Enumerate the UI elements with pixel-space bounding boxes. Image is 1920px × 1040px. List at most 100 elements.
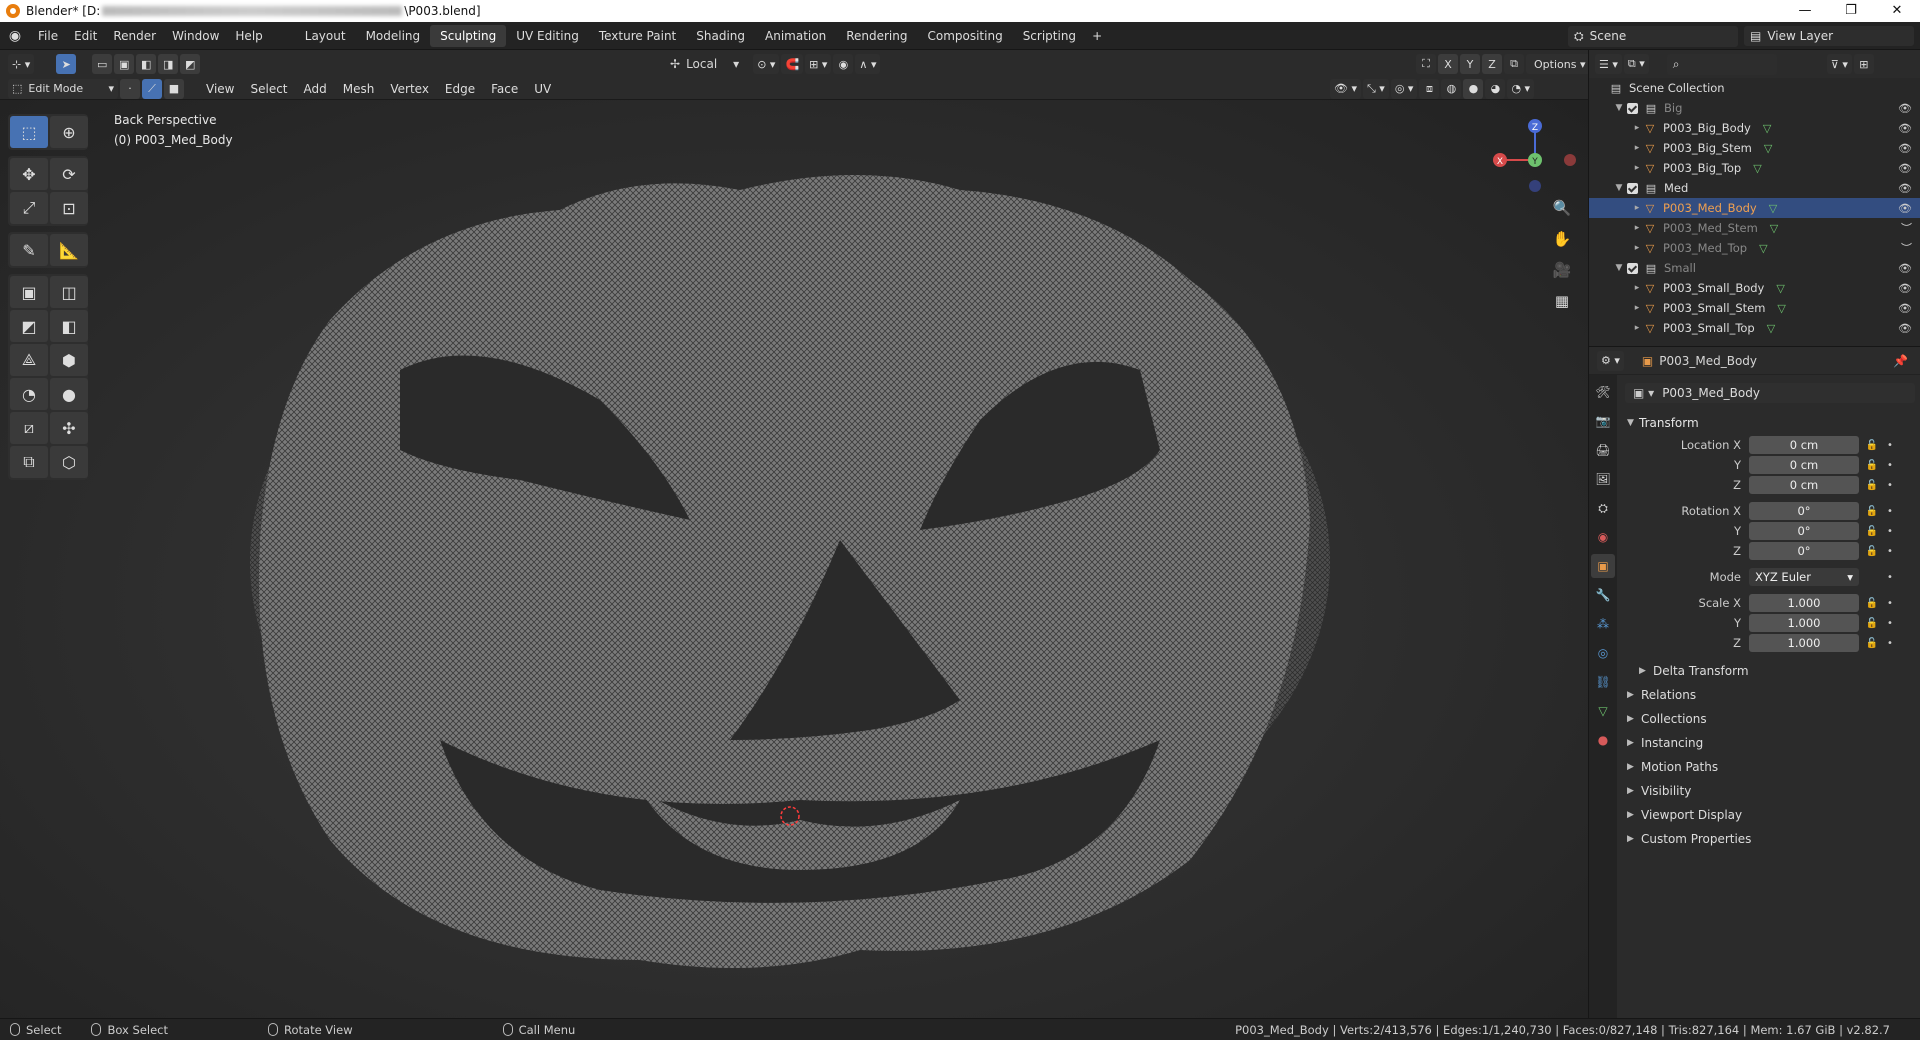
outliner-collection-med[interactable]: ▼ ▤ Med 👁 — [1589, 178, 1920, 198]
rotation-y-field[interactable]: 0° — [1749, 522, 1859, 540]
mesh-data-icon[interactable]: ▽ — [1764, 142, 1772, 155]
rotation-x-field[interactable]: 0° — [1749, 502, 1859, 520]
outliner-object-p003_small_body[interactable]: ▸ ▽ P003_Small_Body ▽ 👁 — [1589, 278, 1920, 298]
outliner-object-p003_med_stem[interactable]: ▸ ▽ P003_Med_Stem ▽ ︶ — [1589, 218, 1920, 238]
keyframe-dot-icon[interactable]: • — [1887, 460, 1893, 471]
outliner-object-p003_small_top[interactable]: ▸ ▽ P003_Small_Top ▽ 👁 — [1589, 318, 1920, 338]
world-tab-icon[interactable]: ◉ — [1591, 525, 1615, 549]
outliner-editor-type-button[interactable]: ☰ ▾ — [1595, 54, 1622, 74]
collection-checkbox[interactable] — [1627, 182, 1638, 194]
keyframe-dot-icon[interactable]: • — [1887, 546, 1893, 557]
xray-toggle-button[interactable]: ⧈ — [1419, 78, 1440, 99]
modifier-tab-icon[interactable]: 🔧 — [1591, 583, 1615, 607]
material-tab-icon[interactable]: ● — [1591, 728, 1615, 752]
shading-rendered-button[interactable]: ◔ ▾ — [1507, 78, 1535, 99]
workspace-tab-layout[interactable]: Layout — [295, 25, 356, 47]
menu-render[interactable]: Render — [105, 29, 164, 43]
falloff-button[interactable]: ∧ ▾ — [855, 54, 881, 74]
expand-down-icon[interactable]: ▼ — [1613, 103, 1625, 113]
vertex-select-button[interactable]: · — [120, 78, 140, 99]
menu-window[interactable]: Window — [164, 29, 227, 43]
display-mode-button[interactable]: ⧉ ▾ — [1623, 54, 1649, 74]
select-mode-extend-button[interactable]: ▣ — [114, 54, 135, 74]
location-y-field[interactable]: 0 cm — [1749, 456, 1859, 474]
outliner-object-p003_big_stem[interactable]: ▸ ▽ P003_Big_Stem ▽ 👁 — [1589, 138, 1920, 158]
panel-custom-properties[interactable]: ▶ Custom Properties — [1619, 827, 1920, 851]
outliner-object-p003_big_body[interactable]: ▸ ▽ P003_Big_Body ▽ 👁 — [1589, 118, 1920, 138]
viewport-menu-face[interactable]: Face — [483, 82, 526, 96]
blender-menu-icon[interactable]: ◉ — [0, 28, 30, 44]
rotation-z-field[interactable]: 0° — [1749, 542, 1859, 560]
eye-icon[interactable]: 👁 — [1898, 262, 1912, 275]
outliner-object-p003_big_top[interactable]: ▸ ▽ P003_Big_Top ▽ 👁 — [1589, 158, 1920, 178]
annotate-tool[interactable]: ✎ — [10, 234, 48, 266]
mesh-data-icon[interactable]: ▽ — [1770, 222, 1778, 235]
spin-tool[interactable]: ◔ — [10, 378, 48, 410]
mesh-data-icon[interactable]: ▽ — [1769, 202, 1777, 215]
navigation-gizmo[interactable]: Z X Y — [1490, 110, 1580, 200]
lock-icon[interactable]: 🔓 — [1863, 506, 1881, 517]
lock-icon[interactable]: 🔓 — [1863, 440, 1881, 451]
expand-down-icon[interactable]: ▼ — [1613, 263, 1625, 273]
extrude-tool[interactable]: ▣ — [10, 276, 48, 308]
camera-view-icon[interactable]: 🎥 — [1548, 256, 1576, 284]
lock-icon[interactable]: 🔓 — [1863, 480, 1881, 491]
shading-wireframe-button[interactable]: ◍ — [1441, 78, 1462, 99]
select-mode-new-button[interactable]: ▭ — [92, 54, 113, 74]
viewport-menu-vertex[interactable]: Vertex — [382, 82, 437, 96]
mirror-x-button[interactable]: X — [1438, 54, 1458, 74]
eye-icon[interactable]: 👁 — [1898, 282, 1912, 295]
transform-tool[interactable]: ⊡ — [50, 192, 88, 224]
keyframe-dot-icon[interactable]: • — [1887, 440, 1893, 451]
scene-selector[interactable]: ⛭ Scene — [1568, 25, 1738, 47]
viewport-menu-view[interactable]: View — [198, 82, 242, 96]
options-button[interactable]: Options ▾ — [1526, 54, 1594, 74]
visibility-selectability-button[interactable]: 👁 ▾ — [1330, 78, 1361, 99]
viewport-menu-add[interactable]: Add — [296, 82, 335, 96]
viewport-menu-select[interactable]: Select — [242, 82, 295, 96]
scale-x-field[interactable]: 1.000 — [1749, 594, 1859, 612]
ortho-toggle-icon[interactable]: ▦ — [1548, 287, 1576, 315]
gizmo-toggle-button[interactable]: ⤡ ▾ — [1362, 78, 1389, 99]
outliner-collection-small[interactable]: ▼ ▤ Small 👁 — [1589, 258, 1920, 278]
output-tab-icon[interactable]: 🖨 — [1591, 438, 1615, 462]
properties-editor-type-button[interactable]: ⚙ ▾ — [1597, 350, 1624, 371]
eye-icon[interactable]: 👁 — [1898, 142, 1912, 155]
data-tab-icon[interactable]: ▽ — [1591, 699, 1615, 723]
mesh-data-icon[interactable]: ▽ — [1759, 242, 1767, 255]
location-x-field[interactable]: 0 cm — [1749, 436, 1859, 454]
workspace-tab-shading[interactable]: Shading — [686, 25, 755, 47]
mirror-z-button[interactable]: Z — [1482, 54, 1502, 74]
inset-tool[interactable]: ◫ — [50, 276, 88, 308]
collection-checkbox[interactable] — [1627, 102, 1638, 114]
lock-icon[interactable]: 🔓 — [1863, 526, 1881, 537]
auto-merge-icon[interactable]: ⧉ — [1504, 54, 1524, 74]
new-collection-button[interactable]: ⊞ — [1853, 54, 1874, 74]
mesh-data-icon[interactable]: ▽ — [1776, 282, 1784, 295]
object-tab-icon[interactable]: ▣ — [1591, 554, 1615, 578]
outliner-search-input[interactable]: ⌕ — [1666, 53, 1777, 75]
knife-tool[interactable]: ⟁ — [10, 344, 48, 376]
shrink-fatten-tool[interactable]: ✣ — [50, 412, 88, 444]
lock-icon[interactable]: 🔓 — [1863, 638, 1881, 649]
menu-file[interactable]: File — [30, 29, 66, 43]
workspace-tab-animation[interactable]: Animation — [755, 25, 836, 47]
pivot-point-button[interactable]: ⊙ ▾ — [753, 54, 780, 74]
scale-z-field[interactable]: 1.000 — [1749, 634, 1859, 652]
cursor-tool[interactable]: ⊕ — [50, 116, 88, 148]
outliner-object-p003_med_top[interactable]: ▸ ▽ P003_Med_Top ▽ ︶ — [1589, 238, 1920, 258]
close-button[interactable]: ✕ — [1874, 0, 1920, 22]
loop-cut-tool[interactable]: ◧ — [50, 310, 88, 342]
select-tool-button[interactable]: ➤ — [56, 54, 77, 74]
eye-icon[interactable]: 👁 — [1898, 182, 1912, 195]
snap-toggle-button[interactable]: 🧲 — [781, 54, 804, 74]
scene-tab-icon[interactable]: ⛭ — [1591, 496, 1615, 520]
viewport-menu-uv[interactable]: UV — [526, 82, 559, 96]
rotation-mode-select[interactable]: XYZ Euler ▾ — [1749, 568, 1859, 586]
bevel-tool[interactable]: ◩ — [10, 310, 48, 342]
transform-panel-header[interactable]: ▼ Transform — [1619, 411, 1920, 435]
panel-viewport-display[interactable]: ▶ Viewport Display — [1619, 803, 1920, 827]
transform-orientation[interactable]: Local — [686, 57, 717, 71]
hidden-eye-icon[interactable]: ︶ — [1901, 220, 1912, 236]
lock-icon[interactable]: 🔓 — [1863, 546, 1881, 557]
